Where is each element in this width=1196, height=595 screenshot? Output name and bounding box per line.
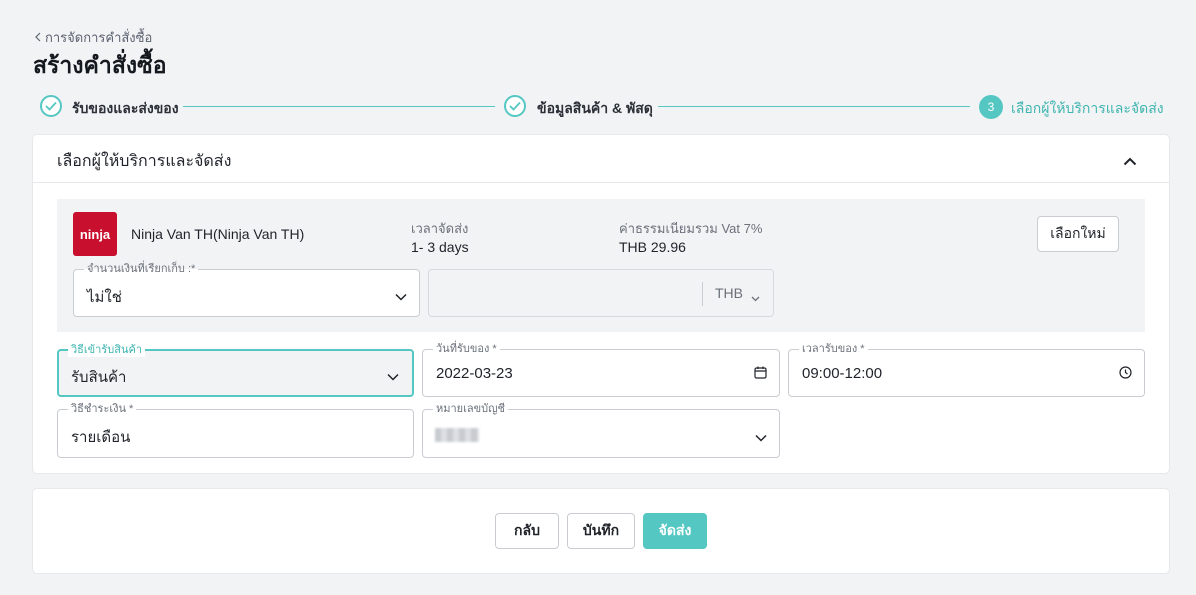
step-1-label: รับของและส่งของ bbox=[72, 100, 179, 116]
clock-icon[interactable] bbox=[1119, 366, 1132, 384]
step-1-check-icon bbox=[40, 95, 62, 117]
pickup-method-value: รับสินค้า bbox=[71, 369, 127, 386]
fee-value: THB 29.96 bbox=[619, 239, 686, 255]
section-title: เลือกผู้ให้บริการและจัดส่ง bbox=[57, 153, 232, 170]
cod-label: จำนวนเงินที่เรียกเก็บ :* bbox=[84, 262, 199, 276]
ninja-van-logo: ninja bbox=[73, 212, 117, 256]
step-connector bbox=[658, 106, 970, 107]
pickup-date-label: วันที่รับของ * bbox=[433, 342, 500, 356]
chevron-up-icon[interactable] bbox=[1123, 153, 1137, 171]
step-3-number: 3 bbox=[979, 95, 1003, 119]
chevron-down-icon bbox=[395, 288, 407, 306]
logo-text: ninja bbox=[79, 226, 111, 242]
account-number-label: หมายเลขบัญชี bbox=[433, 402, 508, 416]
chevron-down-icon bbox=[387, 368, 399, 386]
account-number-select[interactable]: หมายเลขบัญชี bbox=[422, 402, 780, 458]
step-3-label: เลือกผู้ให้บริการและจัดส่ง bbox=[1011, 100, 1164, 116]
step-connector bbox=[183, 106, 495, 107]
pickup-date-input[interactable]: วันที่รับของ * 2022-03-23 bbox=[422, 342, 780, 397]
actions-card: กลับ บันทึก จัดส่ง bbox=[33, 489, 1169, 573]
delivery-time-label: เวลาจัดส่ง bbox=[411, 221, 469, 236]
redacted-account-number bbox=[435, 428, 479, 442]
pickup-method-select[interactable]: วิธีเข้ารับสินค้า รับสินค้า bbox=[57, 343, 414, 397]
reselect-button[interactable]: เลือกใหม่ bbox=[1037, 216, 1119, 252]
cod-select[interactable]: จำนวนเงินที่เรียกเก็บ :* ไม่ใช่ bbox=[73, 262, 420, 317]
currency-select[interactable]: THB bbox=[715, 285, 743, 301]
pickup-method-label: วิธีเข้ารับสินค้า bbox=[68, 343, 146, 357]
provider-card: เลือกผู้ให้บริการและจัดส่ง ninja Ninja V… bbox=[33, 135, 1169, 473]
back-button[interactable]: กลับ bbox=[495, 513, 559, 549]
delivery-time-value: 1- 3 days bbox=[411, 239, 469, 255]
pickup-time-label: เวลารับของ * bbox=[799, 342, 868, 356]
payment-method-value: รายเดือน bbox=[71, 429, 131, 446]
payment-method-field[interactable]: วิธีชำระเงิน * รายเดือน bbox=[57, 402, 414, 458]
pickup-time-value: 09:00-12:00 bbox=[802, 365, 883, 382]
payment-method-label: วิธีชำระเงิน * bbox=[68, 402, 137, 416]
step-2-check-icon bbox=[504, 95, 526, 117]
page-title: สร้างคำสั่งซื้อ bbox=[33, 52, 167, 78]
pickup-time-input[interactable]: เวลารับของ * 09:00-12:00 bbox=[788, 342, 1145, 397]
cod-value: ไม่ใช่ bbox=[87, 289, 122, 306]
step-2-label: ข้อมูลสินค้า & พัสดุ bbox=[537, 100, 653, 116]
pickup-date-value: 2022-03-23 bbox=[436, 365, 513, 382]
fee-label: ค่าธรรมเนียมรวม Vat 7% bbox=[619, 221, 763, 236]
ship-button[interactable]: จัดส่ง bbox=[643, 513, 707, 549]
chevron-left-icon bbox=[34, 30, 42, 45]
breadcrumb[interactable]: การจัดการคำสั่งซื้อ bbox=[34, 27, 152, 48]
provider-name: Ninja Van TH(Ninja Van TH) bbox=[131, 226, 305, 242]
breadcrumb-label[interactable]: การจัดการคำสั่งซื้อ bbox=[45, 27, 152, 48]
cod-amount-input[interactable]: THB bbox=[428, 269, 774, 317]
chevron-down-icon bbox=[755, 429, 767, 447]
selected-provider-box: ninja Ninja Van TH(Ninja Van TH) เวลาจัด… bbox=[57, 199, 1145, 332]
calendar-icon[interactable] bbox=[754, 366, 767, 384]
divider bbox=[33, 182, 1169, 183]
chevron-down-icon bbox=[751, 289, 760, 307]
currency-divider bbox=[702, 282, 703, 306]
save-button[interactable]: บันทึก bbox=[567, 513, 635, 549]
